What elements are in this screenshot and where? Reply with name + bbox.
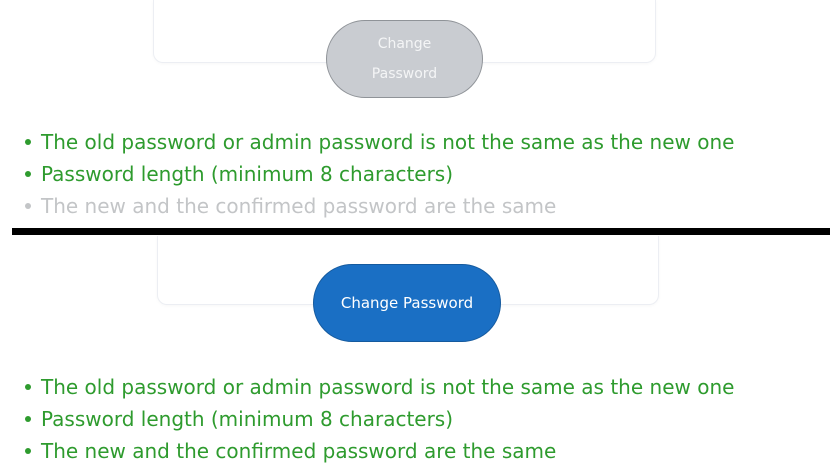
rule-min-length: Password length (minimum 8 characters): [22, 403, 734, 435]
rule-passwords-match: The new and the confirmed password are t…: [22, 190, 734, 222]
rule-text: The new and the confirmed password are t…: [41, 439, 557, 463]
password-requirements-list: The old password or admin password is no…: [22, 371, 734, 467]
rule-min-length: Password length (minimum 8 characters): [22, 158, 734, 190]
rule-text: The new and the confirmed password are t…: [41, 194, 557, 218]
password-requirements-list: The old password or admin password is no…: [22, 126, 734, 222]
rule-text: Password length (minimum 8 characters): [41, 162, 454, 186]
rule-not-same-as-old: The old password or admin password is no…: [22, 126, 734, 158]
rule-not-same-as-old: The old password or admin password is no…: [22, 371, 734, 403]
bullet-icon: [25, 384, 31, 390]
change-password-button-disabled[interactable]: Change Password: [326, 20, 483, 98]
after-panel: Change Password The old password or admi…: [0, 236, 830, 463]
before-panel: Change Password The old password or admi…: [0, 0, 830, 228]
rule-text: The old password or admin password is no…: [41, 375, 735, 399]
bullet-icon: [25, 139, 31, 145]
bullet-icon: [25, 203, 31, 209]
bullet-icon: [25, 448, 31, 454]
bullet-icon: [25, 416, 31, 422]
bullet-icon: [25, 171, 31, 177]
rule-passwords-match: The new and the confirmed password are t…: [22, 435, 734, 467]
change-password-button[interactable]: Change Password: [313, 264, 501, 342]
rule-text: The old password or admin password is no…: [41, 130, 735, 154]
divider: [12, 228, 830, 235]
rule-text: Password length (minimum 8 characters): [41, 407, 454, 431]
